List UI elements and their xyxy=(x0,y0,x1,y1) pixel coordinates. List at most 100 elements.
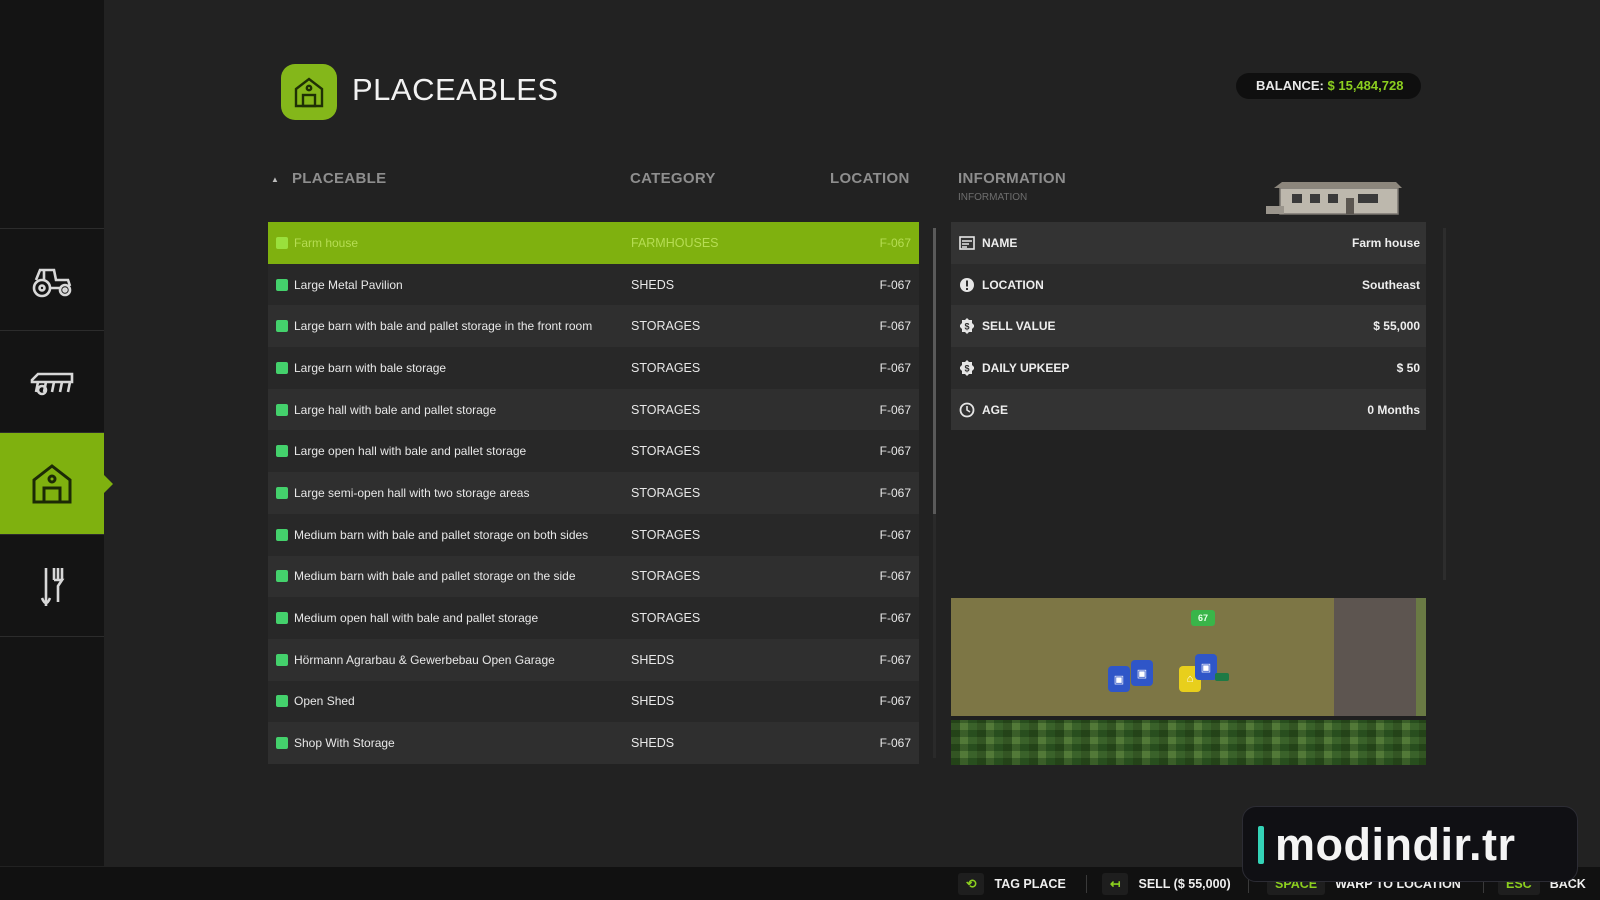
info-scrollbar-track[interactable] xyxy=(1443,228,1446,580)
row-category: FARMHOUSES xyxy=(631,235,719,250)
row-location: F-067 xyxy=(879,485,911,500)
map-road xyxy=(1334,598,1416,716)
info-title: INFORMATION xyxy=(958,170,1067,187)
table-row[interactable]: Large open hall with bale and pallet sto… xyxy=(268,430,919,473)
info-label: NAME xyxy=(982,235,1018,250)
sort-asc-icon: ▲ xyxy=(271,175,279,184)
sidebar-item-vehicles[interactable] xyxy=(0,228,104,330)
row-checkbox[interactable] xyxy=(276,361,288,374)
list-scrollbar-thumb[interactable] xyxy=(933,228,936,514)
svg-text:$: $ xyxy=(964,363,969,373)
row-location: F-067 xyxy=(879,319,911,334)
info-value: $ 55,000 xyxy=(1373,319,1420,334)
row-checkbox[interactable] xyxy=(276,528,288,541)
money-icon: $ xyxy=(958,317,976,335)
info-value: 0 Months xyxy=(1367,402,1420,417)
row-checkbox[interactable] xyxy=(276,445,288,458)
location-minimap[interactable]: 67 ▣ ▣ ⌂ ▣ xyxy=(951,598,1426,765)
table-row[interactable]: Hörmann Agrarbau & Gewerbebau Open Garag… xyxy=(268,638,919,681)
row-name: Large semi-open hall with two storage ar… xyxy=(294,485,530,500)
row-name: Large Metal Pavilion xyxy=(294,277,403,292)
row-location: F-067 xyxy=(879,235,911,250)
barn-icon xyxy=(32,463,72,503)
sell-label: SELL ($ 55,000) xyxy=(1138,876,1231,891)
sidebar xyxy=(0,0,113,866)
map-edge xyxy=(1416,598,1426,716)
row-location: F-067 xyxy=(879,569,911,584)
row-location: F-067 xyxy=(879,402,911,417)
row-location: F-067 xyxy=(879,736,911,751)
sell-hint[interactable]: ↤ SELL ($ 55,000) xyxy=(1102,867,1231,900)
row-category: SHEDS xyxy=(631,277,675,292)
table-row[interactable]: Shop With Storage SHEDS F-067 xyxy=(268,722,919,764)
sidebar-item-tools[interactable] xyxy=(0,330,104,432)
table-row[interactable]: Medium barn with bale and pallet storage… xyxy=(268,555,919,598)
tools-icon xyxy=(40,567,65,606)
row-name: Large hall with bale and pallet storage xyxy=(294,402,497,417)
cultivator-icon xyxy=(30,372,74,395)
table-row[interactable]: Medium barn with bale and pallet storage… xyxy=(268,513,919,556)
placeable-thumbnail xyxy=(1266,182,1402,215)
column-header-category[interactable]: CATEGORY xyxy=(630,170,716,187)
table-row[interactable]: Large semi-open hall with two storage ar… xyxy=(268,472,919,514)
clock-icon xyxy=(958,401,976,419)
tag-key-icon: ⟲ xyxy=(958,872,985,895)
row-checkbox[interactable] xyxy=(276,236,288,249)
column-header-location[interactable]: LOCATION xyxy=(830,170,910,187)
row-checkbox[interactable] xyxy=(276,486,288,499)
row-location: F-067 xyxy=(879,611,911,626)
balance-label: BALANCE: xyxy=(1256,78,1324,93)
row-checkbox[interactable] xyxy=(276,320,288,333)
row-location: F-067 xyxy=(879,444,911,459)
table-row[interactable]: Large barn with bale storage STORAGES F-06… xyxy=(268,347,919,389)
table-row[interactable]: Large barn with bale and pallet storage … xyxy=(268,305,919,348)
balance-value: $ 15,484,728 xyxy=(1327,78,1404,93)
row-name: Large open hall with bale and pallet sto… xyxy=(294,444,527,459)
row-location: F-067 xyxy=(879,277,911,292)
row-checkbox[interactable] xyxy=(276,403,288,416)
table-row[interactable]: Open Shed SHEDS F-067 xyxy=(268,680,919,723)
sell-key-icon: ↤ xyxy=(1102,872,1129,895)
sidebar-item-placeables[interactable] xyxy=(0,432,113,534)
field-number-badge: 67 xyxy=(1191,610,1215,626)
info-row: $ DAILY UPKEEP $ 50 xyxy=(951,347,1426,389)
info-label: AGE xyxy=(982,402,1009,417)
info-row: $ SELL VALUE $ 55,000 xyxy=(951,305,1426,348)
row-category: STORAGES xyxy=(631,485,701,500)
info-value: Southeast xyxy=(1361,277,1420,292)
row-checkbox[interactable] xyxy=(276,570,288,583)
tag-place-hint[interactable]: ⟲ TAG PLACE xyxy=(958,867,1066,900)
row-checkbox[interactable] xyxy=(276,612,288,625)
row-name: Farm house xyxy=(294,235,359,250)
map-field xyxy=(951,598,1334,716)
sidebar-divider xyxy=(0,636,104,637)
row-location: F-067 xyxy=(879,527,911,542)
table-row[interactable]: Large Metal Pavilion SHEDS F-067 xyxy=(268,263,919,306)
row-checkbox[interactable] xyxy=(276,653,288,666)
row-name: Large barn with bale and pallet storage … xyxy=(294,319,593,334)
row-checkbox[interactable] xyxy=(276,278,288,291)
row-name: Medium barn with bale and pallet storage… xyxy=(294,569,576,584)
tractor-icon xyxy=(32,268,72,297)
info-label: SELL VALUE xyxy=(982,319,1056,334)
row-name: Shop With Storage xyxy=(294,736,395,751)
watermark-text: modindir.tr xyxy=(1275,819,1516,870)
table-row[interactable]: Medium open hall with bale and pallet st… xyxy=(268,597,919,639)
row-name: Large barn with bale storage xyxy=(294,360,447,375)
row-checkbox[interactable] xyxy=(276,737,288,750)
page-title: PLACEABLES xyxy=(352,72,559,107)
info-value: Farm house xyxy=(1351,235,1420,250)
table-row[interactable]: Farm house FARMHOUSES F-067 xyxy=(268,222,919,264)
tag-place-label: TAG PLACE xyxy=(994,876,1066,891)
info-row: NAME Farm house xyxy=(951,222,1426,264)
row-name: Hörmann Agrarbau & Gewerbebau Open Garag… xyxy=(294,652,555,667)
row-name: Medium barn with bale and pallet storage… xyxy=(294,527,589,542)
placeables-screen: PLACEABLES BALANCE: $ 15,484,728 ▲ PLACE… xyxy=(0,0,1600,900)
column-header-placeable[interactable]: PLACEABLE xyxy=(292,170,386,187)
row-checkbox[interactable] xyxy=(276,695,288,708)
table-row[interactable]: Large hall with bale and pallet storage S… xyxy=(268,388,919,431)
sidebar-item-handtools[interactable] xyxy=(0,534,104,636)
placeables-header-icon xyxy=(281,64,337,120)
balance-display: BALANCE: $ 15,484,728 xyxy=(1236,73,1422,99)
row-name: Medium open hall with bale and pallet st… xyxy=(294,611,539,626)
